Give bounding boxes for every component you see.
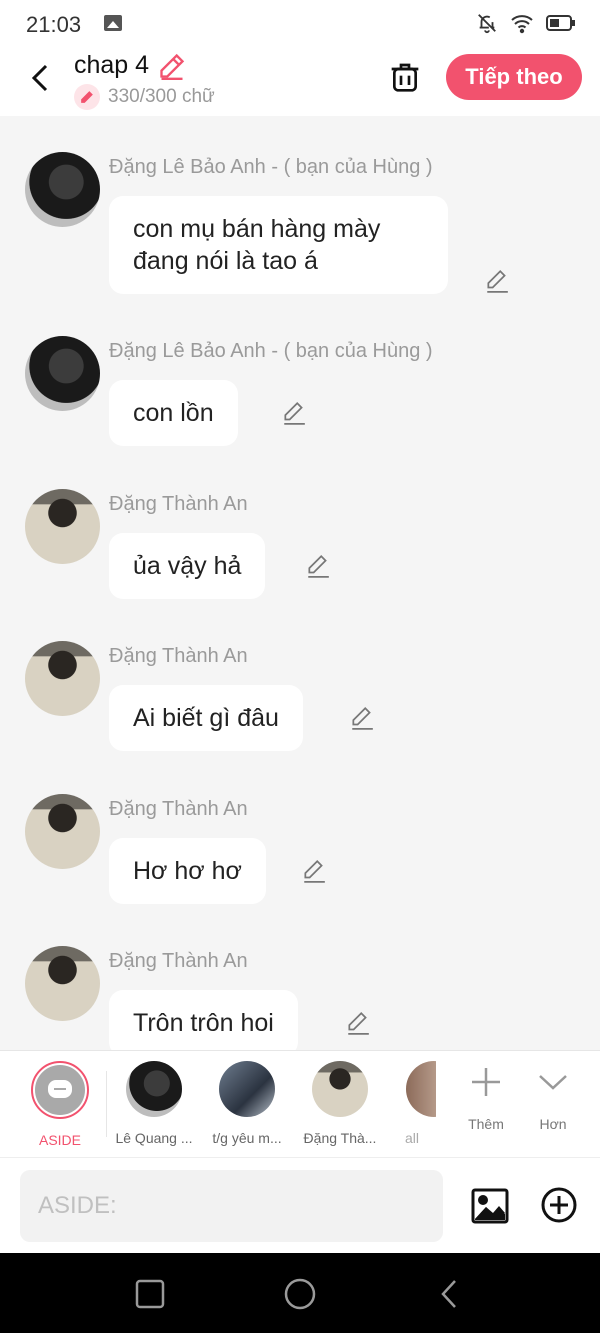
add-character-label: Thêm bbox=[468, 1116, 504, 1132]
chat-bubble-icon bbox=[48, 1080, 72, 1098]
trash-icon bbox=[391, 63, 419, 92]
count-pencil-icon bbox=[74, 84, 100, 110]
char-count-text: 330/300 chữ bbox=[108, 86, 215, 107]
avatar[interactable] bbox=[25, 794, 100, 869]
character-item[interactable]: t/g yêu m... bbox=[202, 1061, 292, 1146]
sender-name: Đặng Lê Bảo Anh - ( bạn của Hùng ) bbox=[109, 340, 433, 362]
character-item[interactable]: Lê Quang ... bbox=[109, 1061, 199, 1146]
char-count: 330/300 chữ bbox=[74, 84, 215, 110]
image-notification-icon bbox=[104, 15, 122, 31]
status-bar: 21:03 bbox=[0, 0, 600, 48]
avatar[interactable] bbox=[25, 152, 100, 227]
character-name: t/g yêu m... bbox=[212, 1130, 282, 1146]
back-nav-icon[interactable] bbox=[433, 1277, 467, 1311]
divider bbox=[106, 1071, 107, 1137]
delete-button[interactable] bbox=[388, 60, 422, 94]
character-name: all bbox=[404, 1130, 419, 1146]
expand-label: Hơn bbox=[539, 1116, 567, 1132]
system-nav-bar bbox=[0, 1253, 600, 1333]
edit-message-icon[interactable] bbox=[305, 553, 331, 579]
expand-button[interactable]: Hơn bbox=[528, 1065, 578, 1132]
edit-title-button[interactable] bbox=[158, 52, 186, 85]
back-button[interactable] bbox=[22, 60, 58, 96]
chevron-down-icon bbox=[539, 1075, 567, 1090]
bell-off-icon bbox=[478, 14, 496, 34]
chevron-left-icon bbox=[31, 64, 48, 92]
character-avatar bbox=[406, 1061, 436, 1117]
battery-icon bbox=[546, 15, 575, 31]
character-avatar bbox=[126, 1061, 182, 1117]
character-bar: ASIDE Lê Quang ... t/g yêu m... Đặng Thà… bbox=[0, 1050, 600, 1157]
message-bubble[interactable]: con lồn bbox=[109, 380, 238, 446]
chapter-title[interactable]: chap 4 bbox=[74, 51, 149, 80]
header: chap 4 330/300 chữ Tiếp theo bbox=[0, 48, 600, 116]
add-circle-icon[interactable] bbox=[540, 1186, 578, 1224]
character-item[interactable]: Đặng Thà... bbox=[295, 1061, 385, 1146]
character-aside[interactable]: ASIDE bbox=[15, 1061, 105, 1148]
edit-message-icon[interactable] bbox=[281, 400, 307, 426]
status-icons bbox=[476, 12, 576, 34]
character-name: Đặng Thà... bbox=[303, 1130, 377, 1146]
edit-message-icon[interactable] bbox=[301, 858, 327, 884]
avatar[interactable] bbox=[25, 641, 100, 716]
next-button[interactable]: Tiếp theo bbox=[446, 54, 582, 100]
sender-name: Đặng Thành An bbox=[109, 493, 248, 515]
recents-icon[interactable] bbox=[133, 1277, 167, 1311]
wifi-icon bbox=[511, 15, 533, 34]
sender-name: Đặng Thành An bbox=[109, 645, 248, 667]
avatar[interactable] bbox=[25, 489, 100, 564]
message-bubble[interactable]: Ai biết gì đâu bbox=[109, 685, 303, 751]
sender-name: Đặng Lê Bảo Anh - ( bạn của Hùng ) bbox=[109, 156, 433, 178]
avatar[interactable] bbox=[25, 946, 100, 1021]
character-avatar bbox=[219, 1061, 275, 1117]
sender-name: Đặng Thành An bbox=[109, 798, 248, 820]
aside-avatar bbox=[31, 1061, 89, 1119]
edit-message-icon[interactable] bbox=[484, 268, 510, 294]
pencil-icon bbox=[160, 53, 185, 80]
add-character-button[interactable]: Thêm bbox=[461, 1065, 511, 1132]
composer bbox=[0, 1157, 600, 1253]
message-input[interactable] bbox=[20, 1170, 443, 1242]
message-bubble[interactable]: con mụ bán hàng mày đang nói là tao á bbox=[109, 196, 448, 294]
character-item[interactable]: all bbox=[388, 1061, 436, 1146]
character-avatar bbox=[312, 1061, 368, 1117]
character-name: ASIDE bbox=[38, 1132, 81, 1148]
plus-icon bbox=[472, 1068, 500, 1096]
home-icon[interactable] bbox=[283, 1277, 317, 1311]
message-bubble[interactable]: Trôn trôn hoi bbox=[109, 990, 298, 1050]
message-bubble[interactable]: Hơ hơ hơ bbox=[109, 838, 266, 904]
edit-message-icon[interactable] bbox=[345, 1010, 371, 1036]
avatar[interactable] bbox=[25, 336, 100, 411]
edit-message-icon[interactable] bbox=[349, 705, 375, 731]
status-time: 21:03 bbox=[26, 12, 82, 37]
message-bubble[interactable]: ủa vậy hả bbox=[109, 533, 266, 599]
image-icon[interactable] bbox=[470, 1186, 510, 1226]
sender-name: Đặng Thành An bbox=[109, 950, 248, 972]
message-list: Đặng Lê Bảo Anh - ( bạn của Hùng ) con m… bbox=[0, 116, 600, 1050]
character-name: Lê Quang ... bbox=[115, 1130, 193, 1146]
